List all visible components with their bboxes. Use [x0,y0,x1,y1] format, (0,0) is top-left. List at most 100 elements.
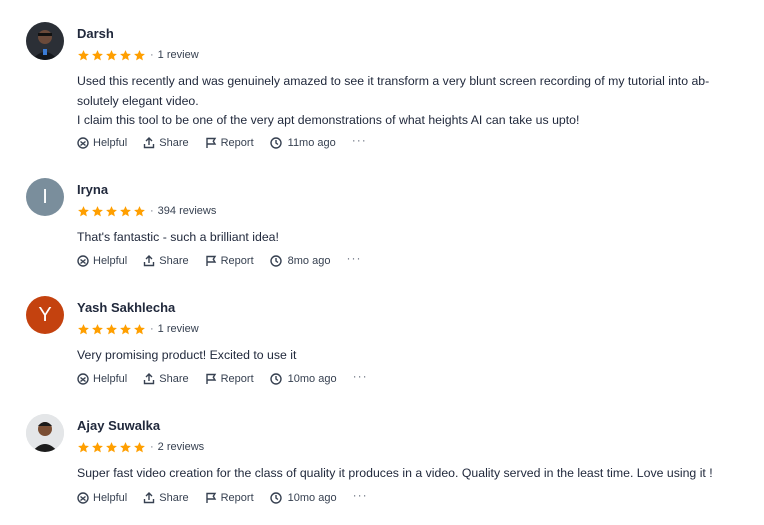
avatar-letter: Y [38,303,52,326]
star-icon [92,323,103,334]
report-label: Report [220,373,254,385]
helpful-label: Helpful [93,137,128,149]
separator-dot: · [150,205,154,217]
review-text-line: Very promising product! Excited to use i… [77,348,297,362]
share-icon [144,492,155,504]
avatar[interactable] [26,414,64,452]
share-icon [144,373,155,385]
separator-dot: · [150,49,154,61]
clock-icon [269,373,282,385]
flag-icon [205,373,216,384]
star-icon [134,323,145,334]
share-button[interactable]: Share [143,373,189,385]
review-actions: Helpful Share Report 8mo ago ··· [77,251,361,269]
time-label: 10mo ago [287,492,337,504]
review-text-line: Super fast video creation for the class … [77,466,713,480]
share-label: Share [159,373,189,385]
report-button[interactable]: Report [205,373,254,385]
star-icon [106,205,117,216]
user-photo-icon [26,414,64,452]
more-options-button[interactable]: ··· [346,251,361,265]
review-text: Very promising product! Excited to use i… [77,346,745,366]
flag-icon [205,137,216,148]
time-label: 10mo ago [287,373,337,385]
avatar[interactable]: I [26,178,64,216]
helpful-label: Helpful [93,255,128,267]
reviewer-name[interactable]: Iryna [77,182,108,197]
star-icon [78,441,89,452]
more-options-button[interactable]: ··· [352,133,367,147]
share-button[interactable]: Share [143,137,189,149]
star-icon [134,441,145,452]
helpful-button[interactable]: Helpful [77,255,127,267]
star-rating [77,49,146,62]
more-options-button[interactable]: ··· [353,369,368,383]
star-icon [78,205,89,216]
report-label: Report [220,255,254,267]
report-label: Report [220,492,254,504]
rating-row: · 394 reviews [77,204,216,218]
reviewer-name[interactable]: Yash Sakhlecha [77,300,175,315]
star-icon [78,49,89,60]
avatar[interactable]: Y [26,296,64,334]
helpful-icon [77,373,89,385]
more-options-button[interactable]: ··· [353,488,368,502]
share-button[interactable]: Share [143,255,189,267]
flag-icon [205,492,216,503]
star-rating [77,441,146,454]
user-photo-icon [26,22,64,60]
share-button[interactable]: Share [143,492,189,504]
review-actions: Helpful Share Report 10mo ago ··· [77,369,368,387]
helpful-button[interactable]: Helpful [77,492,127,504]
review-count[interactable]: 1 review [158,49,199,61]
star-icon [120,323,131,334]
helpful-icon [77,255,89,267]
rating-row: · 1 review [77,48,199,62]
review-time: 10mo ago [269,373,337,385]
star-icon [106,49,117,60]
helpful-label: Helpful [93,373,128,385]
star-icon [92,205,103,216]
helpful-button[interactable]: Helpful [77,373,127,385]
reviewer-name[interactable]: Ajay Suwalka [77,418,160,433]
review-count[interactable]: 2 reviews [158,441,204,453]
clock-icon [269,255,282,267]
review-text-line: That's fantastic - such a brilliant idea… [77,230,279,244]
review-text-line: I claim this tool to be one of the very … [77,113,580,127]
review-actions: Helpful Share Report 10mo ago ··· [77,488,368,506]
time-label: 11mo ago [287,137,336,149]
flag-icon [205,255,216,266]
rating-row: · 1 review [77,322,199,336]
separator-dot: · [150,441,154,453]
share-icon [144,137,155,149]
report-button[interactable]: Report [205,492,254,504]
review-text: Super fast video creation for the class … [77,464,745,484]
review-text-line: Used this recently and was genuinely ama… [77,74,710,88]
separator-dot: · [150,323,154,335]
star-rating [77,205,146,218]
report-button[interactable]: Report [205,137,254,149]
report-label: Report [220,137,254,149]
clock-icon [269,137,282,149]
review-time: 8mo ago [269,255,331,267]
review-time: 11mo ago [269,137,336,149]
helpful-button[interactable]: Helpful [77,137,127,149]
helpful-icon [77,137,89,149]
review-actions: Helpful Share Report 11mo ago ··· [77,133,367,151]
reviewer-name[interactable]: Darsh [77,26,114,41]
star-rating [77,323,146,336]
review-count[interactable]: 1 review [158,323,199,335]
clock-icon [269,492,282,504]
star-icon [92,441,103,452]
rating-row: · 2 reviews [77,440,204,454]
star-icon [120,49,131,60]
review-count[interactable]: 394 reviews [158,205,217,217]
time-label: 8mo ago [287,255,331,267]
share-label: Share [159,255,189,267]
star-icon [106,323,117,334]
star-icon [106,441,117,452]
star-icon [134,205,145,216]
avatar-letter: I [42,185,48,208]
avatar[interactable] [26,22,64,60]
report-button[interactable]: Report [205,255,254,267]
